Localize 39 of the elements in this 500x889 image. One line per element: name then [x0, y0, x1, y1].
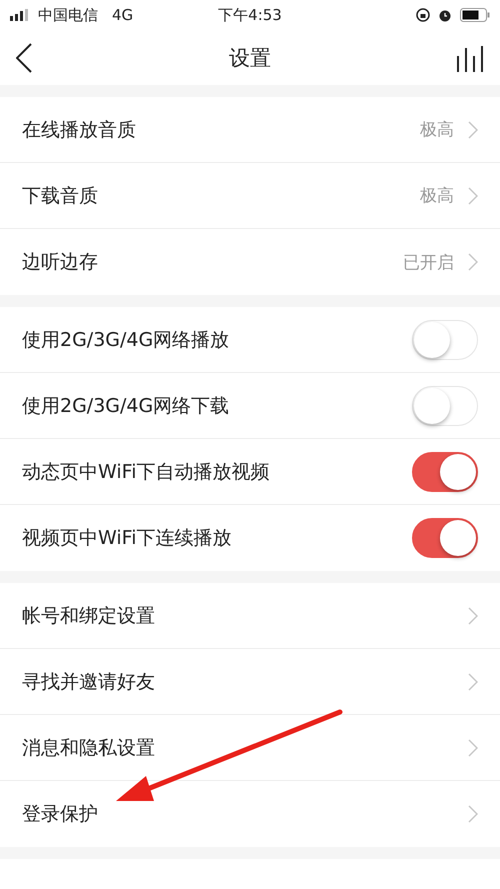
back-icon[interactable]	[16, 42, 32, 72]
item-value: 极高	[420, 119, 454, 141]
settings-item[interactable]: 边听边存 已开启	[0, 229, 500, 295]
carrier-name: 中国电信	[38, 6, 98, 24]
rotation-lock-icon	[416, 8, 430, 22]
settings-item[interactable]: 帐号和绑定设置	[0, 583, 500, 649]
page-title: 设置	[229, 44, 271, 72]
settings-item[interactable]: 下载音质 极高	[0, 163, 500, 229]
item-label: 使用2G/3G/4G网络下载	[22, 394, 230, 418]
settings-item[interactable]: 登录保护	[0, 781, 500, 847]
chevron-icon	[468, 186, 478, 204]
settings-item[interactable]: 消息和隐私设置	[0, 715, 500, 781]
item-label: 边听边存	[22, 250, 98, 275]
battery-icon	[460, 8, 490, 22]
chevron-icon	[468, 606, 478, 624]
item-label: 使用2G/3G/4G网络播放	[22, 328, 230, 352]
settings-item[interactable]: 在线播放音质 极高	[0, 97, 500, 163]
chevron-icon	[468, 120, 478, 138]
item-label: 消息和隐私设置	[22, 736, 155, 760]
chevron-icon	[468, 253, 478, 271]
chevron-icon	[468, 738, 478, 756]
toggle-switch[interactable]	[412, 518, 478, 558]
settings-item[interactable]: 寻找并邀请好友	[0, 649, 500, 715]
network-type: 4G	[112, 6, 134, 24]
chevron-icon	[468, 805, 478, 823]
item-label: 视频页中WiFi下连续播放	[22, 526, 232, 551]
item-value: 极高	[420, 185, 454, 207]
item-label: 下载音质	[22, 184, 98, 208]
alarm-icon	[438, 8, 452, 22]
toggle-switch[interactable]	[412, 452, 478, 492]
item-label: 动态页中WiFi下自动播放视频	[22, 460, 270, 484]
item-label: 登录保护	[22, 802, 98, 827]
item-label: 帐号和绑定设置	[22, 604, 155, 628]
chevron-icon	[468, 672, 478, 690]
item-label: 寻找并邀请好友	[22, 670, 155, 694]
item-value: 已开启	[403, 252, 454, 274]
status-time: 下午4:53	[218, 6, 282, 24]
equalizer-icon[interactable]	[456, 44, 484, 72]
item-label: 在线播放音质	[22, 118, 136, 142]
